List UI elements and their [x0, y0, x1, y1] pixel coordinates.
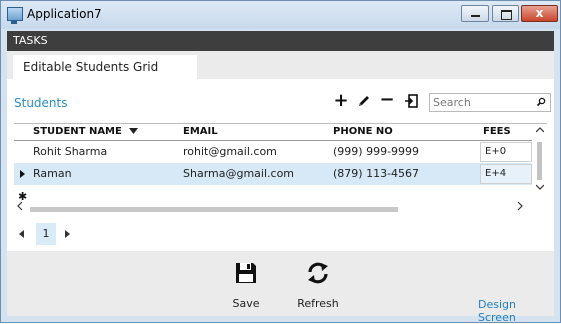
app-icon [7, 7, 23, 24]
refresh-label: Refresh [297, 297, 339, 310]
search-input[interactable] [433, 95, 529, 110]
edit-button[interactable] [356, 93, 372, 109]
previous-page-icon[interactable] [19, 230, 24, 238]
remove-icon: − [379, 89, 395, 110]
current-row-indicator-icon [20, 170, 25, 178]
tasks-bar[interactable]: TASKS [7, 31, 554, 51]
column-header-email[interactable]: EMAIL [183, 124, 218, 140]
cell-fees[interactable]: E+4 [480, 164, 532, 184]
scroll-down-icon[interactable] [536, 184, 544, 190]
cell-fees[interactable]: E+0 [480, 142, 532, 162]
students-grid: STUDENT NAME EMAIL PHONE NO FEES Rohit S… [14, 123, 547, 220]
scroll-right-icon[interactable] [517, 201, 523, 211]
design-screen-link[interactable]: Design Screen [478, 298, 554, 324]
application-window: Application7 x TASKS Editable Students G… [0, 0, 561, 324]
screen-title: Students [14, 96, 68, 110]
search-box[interactable] [429, 93, 551, 112]
screen-content: Students + − STUDENT NAME EMAIL PHONE NO… [7, 79, 554, 251]
table-row[interactable]: Rohit Sharma rohit@gmail.com (999) 999-9… [14, 141, 532, 163]
maximize-icon [501, 10, 512, 20]
cell-email[interactable]: Sharma@gmail.com [183, 163, 294, 185]
table-row-selected[interactable]: Raman Sharma@gmail.com (879) 113-4567 E+… [14, 163, 532, 185]
window-title: Application7 [27, 7, 102, 21]
cell-phone[interactable]: (879) 113-4567 [333, 163, 419, 185]
next-page-icon[interactable] [65, 230, 70, 238]
save-icon [236, 263, 256, 283]
tab-editable-students-grid[interactable]: Editable Students Grid [13, 55, 197, 79]
search-icon[interactable] [536, 97, 546, 107]
edit-icon [359, 96, 369, 106]
horizontal-scroll-thumb[interactable] [30, 207, 398, 212]
column-header-student-name[interactable]: STUDENT NAME [33, 124, 139, 140]
cell-phone[interactable]: (999) 999-9999 [333, 141, 419, 163]
sort-desc-icon [129, 128, 139, 134]
close-icon: x [535, 6, 544, 20]
open-selected-button[interactable] [403, 93, 419, 109]
save-button[interactable]: Save [216, 261, 276, 310]
add-icon: + [333, 90, 349, 111]
cell-email[interactable]: rohit@gmail.com [183, 141, 277, 163]
scroll-left-icon[interactable] [17, 201, 23, 211]
column-header-phone[interactable]: PHONE NO [333, 124, 393, 140]
minimize-icon [471, 15, 480, 17]
open-icon [405, 94, 418, 108]
column-header-fees[interactable]: FEES [483, 124, 511, 140]
title-bar[interactable]: Application7 x [1, 1, 560, 29]
cell-student-name[interactable]: Raman [33, 163, 72, 185]
refresh-button[interactable]: Refresh [288, 261, 348, 310]
scroll-up-icon[interactable] [536, 127, 544, 133]
cell-student-name[interactable]: Rohit Sharma [33, 141, 107, 163]
page-number-button[interactable]: 1 [36, 223, 56, 245]
maximize-button[interactable] [492, 5, 519, 22]
delete-button[interactable]: − [379, 91, 395, 109]
command-bar: Save Refresh Design Screen [7, 251, 554, 324]
tab-strip: Editable Students Grid [7, 51, 554, 79]
vertical-scroll-thumb[interactable] [537, 142, 542, 180]
horizontal-scrollbar[interactable] [14, 201, 532, 214]
save-label: Save [232, 297, 260, 310]
column-header-label: STUDENT NAME [33, 126, 122, 137]
refresh-icon [308, 262, 328, 284]
close-button[interactable]: x [521, 5, 558, 22]
add-button[interactable]: + [333, 90, 349, 111]
vertical-scrollbar[interactable] [534, 124, 546, 200]
minimize-button[interactable] [461, 5, 489, 22]
